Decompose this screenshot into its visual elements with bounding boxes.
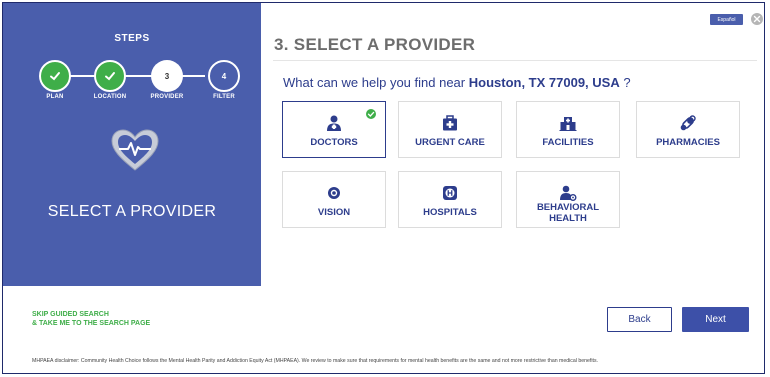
pills-icon xyxy=(680,115,696,131)
close-icon xyxy=(753,15,761,23)
eye-icon xyxy=(328,187,340,199)
provider-tile-hospitals[interactable]: HOSPITALS xyxy=(398,171,502,228)
checkmark-icon xyxy=(50,72,60,81)
back-button[interactable]: Back xyxy=(607,307,672,332)
checkmark-icon xyxy=(105,72,115,81)
provider-tile-label: BEHAVIORAL HEALTH xyxy=(536,202,600,224)
first-aid-kit-icon xyxy=(443,115,457,131)
question-prefix: What can we help you find near xyxy=(283,75,469,90)
provider-tile-facilities[interactable]: FACILITIES xyxy=(516,101,620,158)
page-title: 3. SELECT A PROVIDER xyxy=(274,35,476,54)
language-toggle-button[interactable]: Español xyxy=(710,14,743,25)
provider-tile-doctors[interactable]: DOCTORS xyxy=(282,101,386,158)
step-filter: 4 xyxy=(208,60,240,92)
question-suffix: ? xyxy=(619,75,631,90)
next-button[interactable]: Next xyxy=(682,307,749,332)
hospital-sign-icon xyxy=(443,186,457,200)
step-location[interactable] xyxy=(94,60,126,92)
provider-tile-urgent-care[interactable]: URGENT CARE xyxy=(398,101,502,158)
location-question: What can we help you find near Houston, … xyxy=(283,75,631,90)
skip-line-2: & TAKE ME TO THE SEARCH PAGE xyxy=(32,320,151,327)
skip-line-1: SKIP GUIDED SEARCH xyxy=(32,311,109,318)
provider-tile-vision[interactable]: VISION xyxy=(282,171,386,228)
provider-tile-label: URGENT CARE xyxy=(415,137,485,148)
doctor-icon xyxy=(327,115,341,131)
provider-wizard-modal: STEPS 3 4 PLAN LOCATION PROVIDER FILTER … xyxy=(2,2,765,374)
question-location: Houston, TX 77009, USA xyxy=(468,75,620,90)
provider-tile-label: PHARMACIES xyxy=(656,137,720,148)
provider-tile-label: HOSPITALS xyxy=(423,207,477,218)
title-divider xyxy=(273,60,757,61)
hospital-building-icon xyxy=(559,117,577,131)
provider-tile-label: FACILITIES xyxy=(542,137,594,148)
left-panel-heading: SELECT A PROVIDER xyxy=(47,203,217,220)
close-button[interactable] xyxy=(751,13,763,25)
steps-title: STEPS xyxy=(114,33,150,44)
provider-tile-pharmacies[interactable]: PHARMACIES xyxy=(636,101,740,158)
heart-pulse-icon xyxy=(111,129,159,171)
step-plan[interactable] xyxy=(39,60,71,92)
mhpaea-disclaimer: MHPAEA disclaimer: Community Health Choi… xyxy=(32,358,598,364)
selected-check-icon xyxy=(366,109,376,119)
behavioral-health-icon xyxy=(560,185,577,201)
step-label-filter: FILTER xyxy=(213,94,235,100)
provider-tile-label: VISION xyxy=(317,207,351,218)
provider-tile-label: DOCTORS xyxy=(310,137,358,148)
skip-guided-search-link[interactable]: SKIP GUIDED SEARCH & TAKE ME TO THE SEAR… xyxy=(32,310,150,328)
step-provider: 3 xyxy=(151,60,183,92)
provider-tile-behavioral-health[interactable]: BEHAVIORAL HEALTH xyxy=(516,171,620,228)
steps-panel: STEPS 3 4 PLAN LOCATION PROVIDER FILTER … xyxy=(3,3,261,286)
